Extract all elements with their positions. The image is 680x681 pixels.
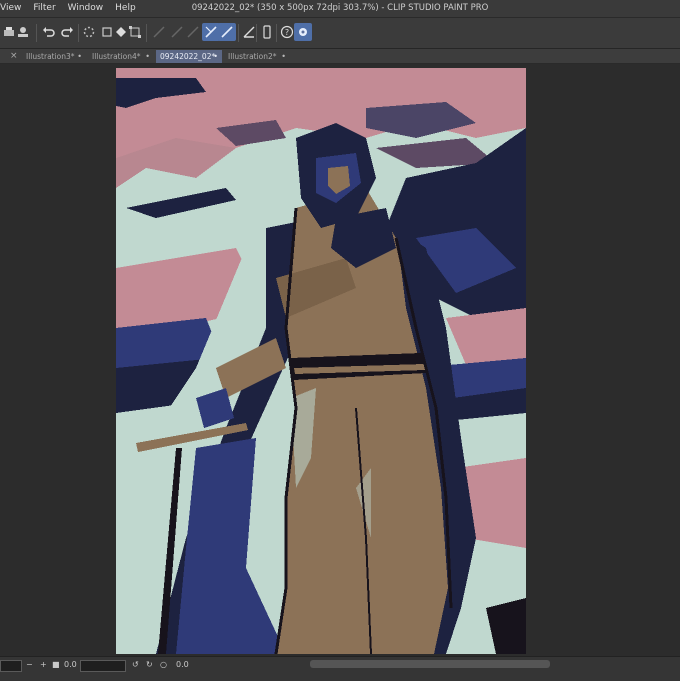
snap-off-icon: [153, 26, 165, 38]
menu-bar: View Filter Window Help: [0, 0, 142, 17]
tab-illustration3[interactable]: Illustration3* •: [22, 50, 86, 63]
snap-grid-active-icon: [221, 26, 233, 38]
artwork-canvas[interactable]: [116, 68, 526, 654]
toolbar-separator: [256, 24, 257, 42]
transform-icon: [129, 26, 141, 38]
toolbar-separator: [276, 24, 277, 42]
snap-ruler-icon: [187, 26, 199, 38]
status-bar: − + ■ 0.0 ↺ ↻ ○ 0.0: [0, 656, 680, 681]
horizontal-scrollbar[interactable]: [310, 660, 550, 668]
stamp-button[interactable]: [14, 23, 32, 41]
rotate-left-icon[interactable]: ↺: [132, 658, 139, 672]
zoom-preset-box[interactable]: [0, 660, 22, 672]
tablet-icon: [263, 25, 271, 39]
loading-button[interactable]: [80, 23, 98, 41]
tab-label: Illustration4*: [92, 52, 141, 61]
transform-button[interactable]: [126, 23, 144, 41]
tab-09242022-02[interactable]: 09242022_02* •: [156, 50, 222, 63]
snap-off-button[interactable]: [150, 23, 168, 41]
tab-illustration2[interactable]: Illustration2* •: [224, 50, 290, 63]
snap-grid-icon: [171, 26, 183, 38]
undo-icon: [43, 27, 55, 37]
loading-icon: [83, 26, 95, 38]
svg-text:?: ?: [285, 28, 289, 37]
help-icon: ?: [280, 25, 294, 39]
tab-label: Illustration3*: [26, 52, 75, 61]
tab-label: 09242022_02*: [160, 52, 216, 61]
tab-illustration4[interactable]: Illustration4* •: [88, 50, 154, 63]
rotate-right-icon[interactable]: ↻: [146, 658, 153, 672]
menu-view[interactable]: View: [0, 0, 27, 17]
tab-label: Illustration2*: [228, 52, 277, 61]
rotation-box[interactable]: [80, 660, 126, 672]
tab-bar-close-icon[interactable]: ×: [10, 49, 18, 63]
menu-help[interactable]: Help: [109, 0, 142, 17]
rotation-value: 0.0: [176, 660, 189, 669]
zoom-in-icon[interactable]: +: [40, 658, 47, 672]
stamp-icon: [18, 27, 28, 37]
fit-icon[interactable]: ■: [52, 658, 60, 672]
toolbar-separator: [146, 24, 147, 42]
undo-button[interactable]: [40, 23, 58, 41]
snap-special-ruler-icon: [205, 26, 217, 38]
redo-icon: [61, 27, 73, 37]
title-bar: 09242022_02* (350 x 500px 72dpi 303.7%) …: [0, 0, 680, 18]
menu-window[interactable]: Window: [62, 0, 110, 17]
tab-close-icon[interactable]: •: [145, 50, 150, 63]
menu-filter[interactable]: Filter: [27, 0, 61, 17]
zoom-value: 0.0: [64, 660, 77, 669]
tab-close-icon[interactable]: •: [77, 50, 82, 63]
artwork-illustration: [116, 68, 526, 654]
snap-ruler-button[interactable]: [184, 23, 202, 41]
rotation-reset-icon[interactable]: ○: [160, 658, 167, 672]
ruler-icon: [243, 26, 255, 38]
zoom-out-icon[interactable]: −: [26, 658, 33, 672]
tablet-button[interactable]: [258, 23, 276, 41]
redo-button[interactable]: [58, 23, 76, 41]
tab-close-icon[interactable]: •: [213, 50, 218, 63]
toolbar-separator: [78, 24, 79, 42]
tab-close-icon[interactable]: •: [281, 50, 286, 63]
settings-button[interactable]: [294, 23, 312, 41]
toolbar-separator: [36, 24, 37, 42]
toolbar-separator: [238, 24, 239, 42]
snap-grid-active-button[interactable]: [218, 23, 236, 41]
command-bar: ?: [0, 18, 680, 49]
canvas-workspace[interactable]: [0, 64, 680, 656]
settings-icon: [299, 28, 307, 36]
document-tab-bar: × Illustration3* • Illustration4* • 0924…: [0, 49, 680, 64]
